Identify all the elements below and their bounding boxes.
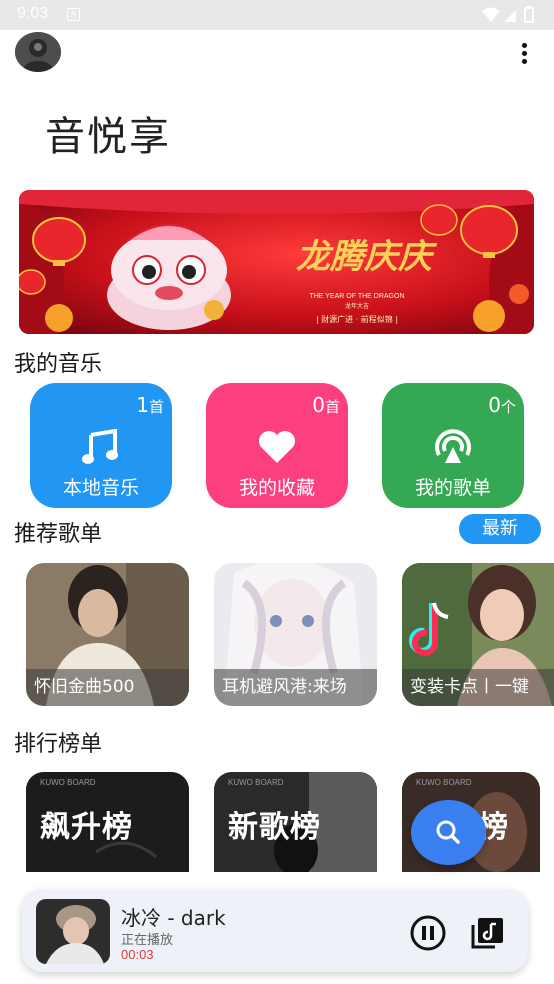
tile-favorites[interactable]: 0首 我的收藏 xyxy=(206,383,348,508)
album-art-image xyxy=(36,899,110,964)
search-icon xyxy=(436,820,460,844)
status-time: 9:03 xyxy=(17,5,49,22)
banner-art: 龙腾庆庆 THE YEAR OF THE DRAGON 龙年大吉 | 财源广进 … xyxy=(19,190,534,334)
tile-count: 1首 xyxy=(136,393,164,417)
tile-label: 我的收藏 xyxy=(238,477,315,499)
mini-player[interactable]: 冰冷 - dark 正在播放 00:03 xyxy=(22,889,528,972)
now-playing-cover[interactable] xyxy=(36,899,110,964)
music-note-icon xyxy=(82,429,118,464)
playlist-card[interactable]: 变装卡点丨一键 xyxy=(402,563,554,706)
pause-circle-icon[interactable] xyxy=(408,915,448,951)
banner-line-cn: 龙年大吉 xyxy=(345,302,369,310)
chart-board-brand: KUWO BOARD xyxy=(228,778,284,787)
chart-board-card[interactable]: KUWO BOARD 新歌榜 xyxy=(214,772,377,872)
more-vert-icon xyxy=(522,43,527,48)
chart-board-card[interactable]: KUWO BOARD 飙升榜 xyxy=(26,772,189,872)
tile-count: 0个 xyxy=(488,393,516,417)
banner-tagline: | 财源广进 · 前程似锦 | xyxy=(316,314,398,324)
playlist-card[interactable]: 耳机避风港:来场 xyxy=(214,563,377,706)
tile-label: 本地音乐 xyxy=(62,477,139,499)
status-bar: 9:03 A xyxy=(0,0,554,30)
more-vert-dot xyxy=(522,51,527,56)
now-playing-state: 正在播放 xyxy=(121,933,174,948)
system-icons xyxy=(482,6,534,23)
tile-label: 我的歌单 xyxy=(414,477,491,499)
more-options-button[interactable] xyxy=(514,38,534,68)
tile-count: 0首 xyxy=(312,393,340,417)
chart-board-title: 新歌榜 xyxy=(228,810,321,845)
chart-board-title: 飙升榜 xyxy=(40,810,133,845)
notification-icon: A xyxy=(67,8,80,21)
more-vert-dot xyxy=(522,59,527,64)
battery-icon xyxy=(524,7,534,23)
playlist-card[interactable]: 怀旧金曲500 xyxy=(26,563,189,706)
tile-my-playlists[interactable]: 0个 我的歌单 xyxy=(382,383,524,508)
playlist-caption: 怀旧金曲500 xyxy=(26,669,189,706)
playlist-caption: 变装卡点丨一键 xyxy=(402,669,554,706)
my-music-title: 我的音乐 xyxy=(14,352,103,377)
charts-title: 排行榜单 xyxy=(14,732,103,757)
newest-button[interactable]: 最新 xyxy=(459,514,541,544)
podcast-icon xyxy=(435,429,471,463)
chart-board-brand: KUWO BOARD xyxy=(416,778,472,787)
search-fab[interactable] xyxy=(411,800,486,865)
user-avatar[interactable] xyxy=(15,32,61,72)
heart-icon xyxy=(259,431,295,463)
wifi-icon xyxy=(482,7,500,22)
playlist-caption: 耳机避风港:来场 xyxy=(214,669,377,706)
app-title: 音悦享 xyxy=(45,114,171,160)
queue-music-icon[interactable] xyxy=(467,915,507,951)
avatar-icon xyxy=(15,32,61,72)
now-playing-time: 00:03 xyxy=(121,947,154,962)
tile-local-music[interactable]: 1首 本地音乐 xyxy=(30,383,172,508)
banner-headline: 龙腾庆庆 xyxy=(296,237,438,277)
promo-banner[interactable]: 龙腾庆庆 THE YEAR OF THE DRAGON 龙年大吉 | 财源广进 … xyxy=(19,190,534,334)
signal-icon xyxy=(504,10,516,22)
now-playing-title: 冰冷 - dark xyxy=(121,906,226,930)
recommended-title: 推荐歌单 xyxy=(14,522,103,547)
chart-board-brand: KUWO BOARD xyxy=(40,778,96,787)
banner-line-en: THE YEAR OF THE DRAGON xyxy=(309,293,404,300)
